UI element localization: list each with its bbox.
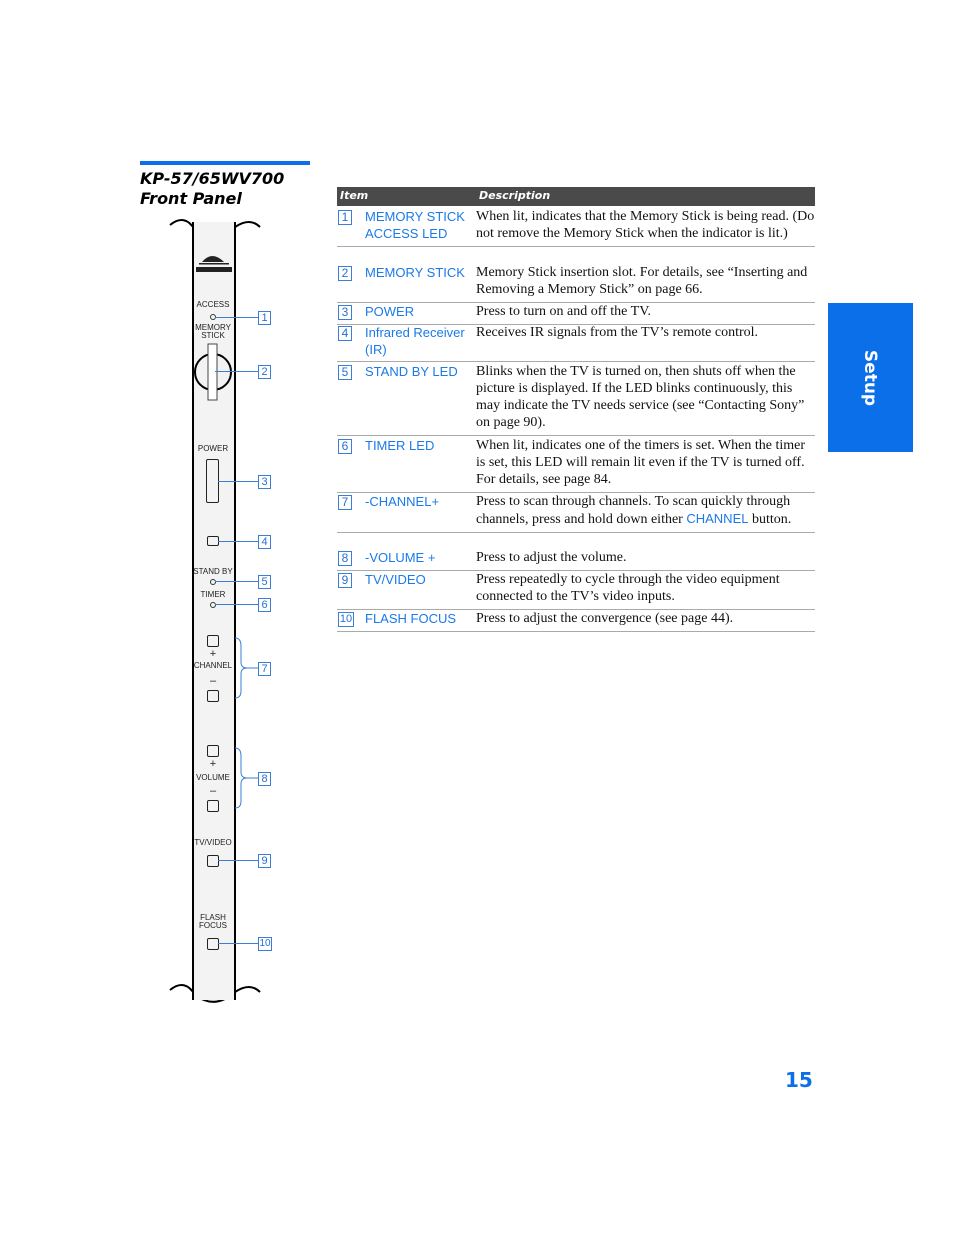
table-row: 3 POWER Press to turn on and off the TV. — [337, 303, 815, 325]
row-item: STAND BY LED — [365, 364, 458, 379]
callout-10: 10 — [258, 937, 272, 951]
row-number: 8 — [338, 551, 352, 566]
tv-video-button[interactable] — [207, 855, 219, 867]
callout-9: 9 — [258, 854, 271, 868]
model-title: KP-57/65WV700 — [140, 169, 285, 188]
page-number: 15 — [785, 1068, 813, 1092]
page-title: KP-57/65WV700 Front Panel — [140, 169, 284, 209]
row-description: Press to adjust the convergence (see pag… — [476, 611, 734, 626]
table-row: 1 MEMORY STICK ACCESS LED When lit, indica… — [337, 208, 815, 247]
row-description: Receives IR signals from the TV’s remote… — [476, 325, 759, 340]
row-description: Blinks when the TV is turned on, then sh… — [476, 364, 805, 430]
stand-by-led — [210, 579, 216, 585]
channel-plus-label: + — [209, 648, 217, 660]
table-row: 4 Infrared Receiver (IR) Receives IR signa… — [337, 324, 815, 362]
table-row: 7 -CHANNEL+ Press to scan through channels… — [337, 493, 815, 533]
row-item: POWER — [365, 304, 415, 319]
table-row: 5 STAND BY LED Blinks when the TV is turne… — [337, 363, 815, 436]
table-row: 10 FLASH FOCUS Press to adjust the converg… — [337, 610, 815, 632]
stand-by-label: STAND BY — [193, 567, 233, 576]
table-row: 8 -VOLUME + Press to adjust the volume. — [337, 549, 815, 571]
row-number: 1 — [338, 210, 352, 225]
flash-focus-label: FLASH FOCUS — [199, 913, 227, 930]
channel-link[interactable]: CHANNEL — [686, 511, 748, 526]
row-item: -CHANNEL+ — [365, 494, 440, 509]
timer-label: TIMER — [200, 590, 226, 599]
row-number: 9 — [338, 573, 352, 588]
callout-braces — [234, 637, 258, 809]
callout-line — [215, 581, 258, 582]
callout-line — [218, 943, 258, 944]
section-rule — [140, 161, 310, 165]
row-number: 3 — [338, 305, 352, 320]
access-label: ACCESS — [196, 300, 230, 309]
row-number: 5 — [338, 365, 352, 380]
row-number: 2 — [338, 266, 352, 281]
row-number: 4 — [338, 326, 352, 341]
table-row: 6 TIMER LED When lit, indicates one of the… — [337, 437, 815, 493]
row-description: Press repeatedly to cycle through the vi… — [476, 572, 780, 604]
row-number: 7 — [338, 495, 352, 510]
callout-3: 3 — [258, 475, 271, 489]
volume-plus-label: + — [209, 758, 217, 770]
section-title: Front Panel — [140, 189, 242, 208]
callout-4: 4 — [258, 535, 271, 549]
table-row: 2 MEMORY STICK Memory Stick insertion slot… — [337, 264, 815, 303]
callout-7: 7 — [258, 662, 271, 676]
row-item: MEMORY STICK ACCESS LED — [365, 209, 465, 241]
volume-minus-label: – — [209, 785, 217, 797]
row-number: 6 — [338, 439, 352, 454]
flash-focus-button[interactable] — [207, 938, 219, 950]
callout-2: 2 — [258, 365, 271, 379]
volume-label: VOLUME — [196, 773, 230, 782]
callout-line — [215, 371, 258, 372]
power-label: POWER — [197, 444, 229, 453]
row-number: 10 — [338, 612, 354, 627]
channel-label: CHANNEL — [193, 661, 233, 670]
callout-line — [218, 860, 258, 861]
setup-tab-label: Setup — [860, 349, 881, 406]
memory-stick-logo — [196, 256, 232, 272]
header-description: Description — [479, 189, 551, 202]
row-item: TV/VIDEO — [365, 572, 426, 587]
row-item: MEMORY STICK — [365, 265, 465, 280]
row-description: When lit, indicates that the Memory Stic… — [476, 209, 815, 241]
row-description: Press to adjust the volume. — [476, 550, 627, 565]
channel-up-button[interactable] — [207, 635, 219, 647]
table-row: 9 TV/VIDEO Press repeatedly to cycle throu… — [337, 571, 815, 610]
volume-up-button[interactable] — [207, 745, 219, 757]
tv-video-label: TV/VIDEO — [194, 838, 232, 847]
row-description: Memory Stick insertion slot. For details… — [476, 265, 808, 297]
table-header: Item Description — [337, 187, 815, 206]
callout-line — [218, 541, 258, 542]
row-description: Press to scan through channels. To scan … — [476, 493, 815, 532]
manual-page: KP-57/65WV700 Front Panel ACCESS MEMORY … — [0, 0, 954, 1235]
channel-down-button[interactable] — [207, 690, 219, 702]
desc-text-end: button. — [748, 512, 792, 527]
callout-5: 5 — [258, 575, 271, 589]
row-item: Infrared Receiver (IR) — [365, 325, 465, 357]
channel-minus-label: – — [209, 675, 217, 687]
callout-line — [215, 317, 258, 318]
memory-stick-slot[interactable] — [192, 342, 236, 402]
callout-6: 6 — [258, 598, 271, 612]
memory-stick-label: MEMORY STICK — [195, 323, 231, 340]
callout-line — [218, 481, 258, 482]
volume-down-button[interactable] — [207, 800, 219, 812]
callout-1: 1 — [258, 311, 271, 325]
row-item: FLASH FOCUS — [365, 611, 457, 626]
row-item: -VOLUME + — [365, 550, 436, 565]
timer-led — [210, 602, 216, 608]
row-item: TIMER LED — [365, 438, 435, 453]
header-item: Item — [340, 189, 369, 202]
callout-8: 8 — [258, 772, 271, 786]
row-description: Press to turn on and off the TV. — [476, 304, 651, 319]
callout-line — [215, 604, 258, 605]
row-description: When lit, indicates one of the timers is… — [476, 438, 806, 487]
